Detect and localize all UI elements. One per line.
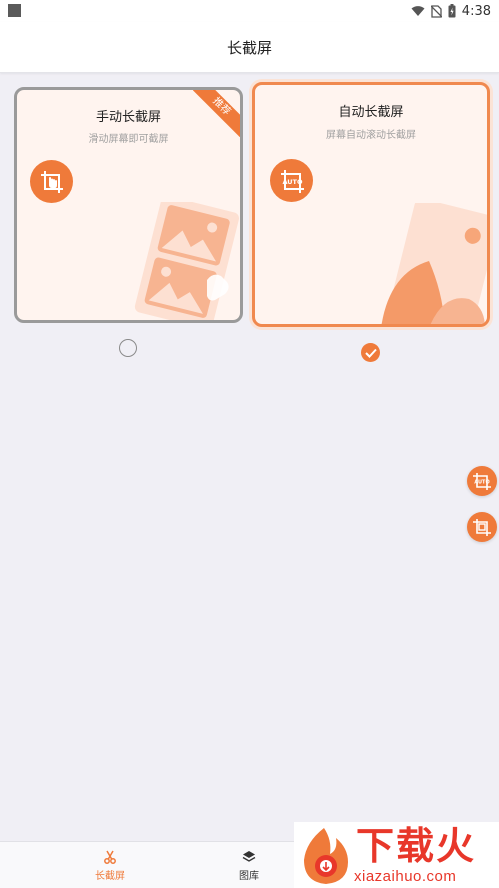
watermark-text: 下载火 bbox=[356, 824, 477, 868]
auto-crop-icon: AUTO bbox=[473, 473, 491, 490]
nav-long-screenshot[interactable]: 长截屏 bbox=[82, 842, 138, 888]
watermark-url: xiazaihuo.com bbox=[354, 868, 457, 885]
floating-manual-screenshot-button[interactable] bbox=[467, 512, 497, 542]
auto-card-title: 自动长截屏 bbox=[338, 105, 404, 120]
nav-gallery-label: 图库 bbox=[239, 870, 259, 882]
recommend-badge: 推荐 bbox=[193, 90, 240, 137]
scissors-icon bbox=[104, 850, 116, 864]
svg-text:AUTO: AUTO bbox=[474, 480, 489, 486]
manual-mode-radio[interactable] bbox=[119, 339, 137, 357]
auto-mode-radio[interactable] bbox=[361, 343, 380, 362]
stack-icon bbox=[242, 850, 256, 862]
floating-auto-screenshot-button[interactable]: AUTO bbox=[467, 466, 497, 496]
check-icon bbox=[364, 348, 377, 358]
status-icons: 4:38 bbox=[411, 2, 491, 20]
battery-charging-icon bbox=[448, 4, 456, 18]
watermark: 下载火 xiazaihuo.com bbox=[294, 822, 499, 888]
manual-illustration bbox=[125, 195, 240, 320]
app-header: 长截屏 bbox=[0, 22, 499, 73]
hand-crop-icon bbox=[30, 160, 73, 203]
flame-logo-icon bbox=[296, 824, 354, 888]
auto-illustration bbox=[373, 198, 487, 324]
recommend-badge-wrap: 推荐 bbox=[193, 90, 240, 137]
wifi-icon bbox=[411, 5, 425, 17]
page-title: 长截屏 bbox=[226, 38, 272, 57]
nav-gallery[interactable]: 图库 bbox=[221, 842, 277, 888]
status-bar: 4:38 bbox=[0, 0, 499, 22]
auto-long-screenshot-card[interactable]: 自动长截屏 屏幕自动滚动长截屏 AUTO bbox=[252, 82, 490, 327]
auto-crop-icon: AUTO bbox=[270, 159, 313, 202]
svg-text:AUTO: AUTO bbox=[282, 178, 303, 186]
no-sim-icon bbox=[430, 4, 442, 18]
manual-long-screenshot-card[interactable]: 手动长截屏 滑动屏幕即可截屏 推荐 bbox=[14, 87, 243, 323]
nav-long-screenshot-label: 长截屏 bbox=[95, 870, 125, 882]
crop-frame-icon bbox=[473, 519, 491, 536]
notification-icon bbox=[8, 4, 21, 17]
clock-time: 4:38 bbox=[461, 3, 491, 19]
auto-card-subtitle: 屏幕自动滚动长截屏 bbox=[326, 130, 416, 141]
